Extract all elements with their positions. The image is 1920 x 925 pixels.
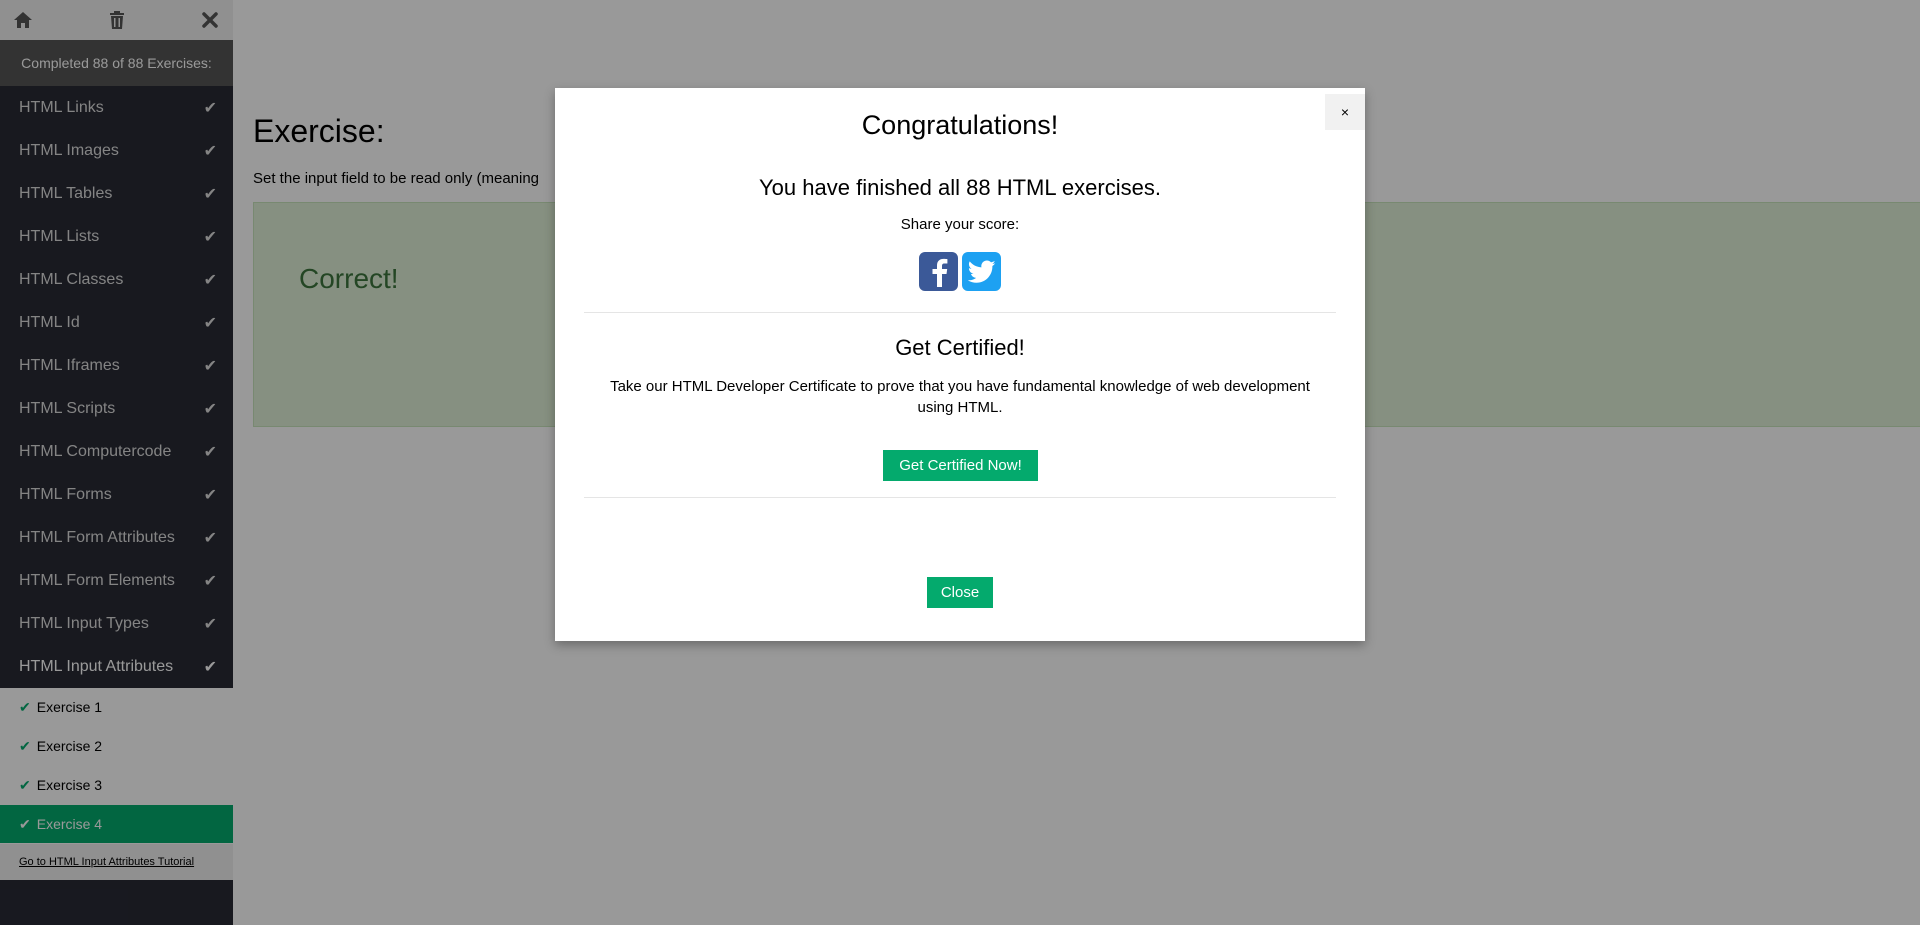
social-share [555, 252, 1365, 291]
divider [584, 312, 1336, 313]
share-label: Share your score: [900, 216, 1020, 233]
facebook-icon[interactable] [919, 252, 958, 291]
cert-description: Take our HTML Developer Certificate to p… [610, 378, 1310, 416]
congratulations-modal: × Congratulations! You have finished all… [555, 88, 1365, 641]
divider [584, 497, 1336, 498]
cert-title: Get Certified! [895, 335, 1025, 360]
twitter-icon[interactable] [962, 252, 1001, 291]
close-button[interactable]: Close [927, 577, 993, 608]
get-certified-button[interactable]: Get Certified Now! [883, 450, 1038, 481]
modal-title: Congratulations! [861, 110, 1059, 140]
finished-text: You have finished all 88 HTML exercises. [759, 175, 1161, 200]
